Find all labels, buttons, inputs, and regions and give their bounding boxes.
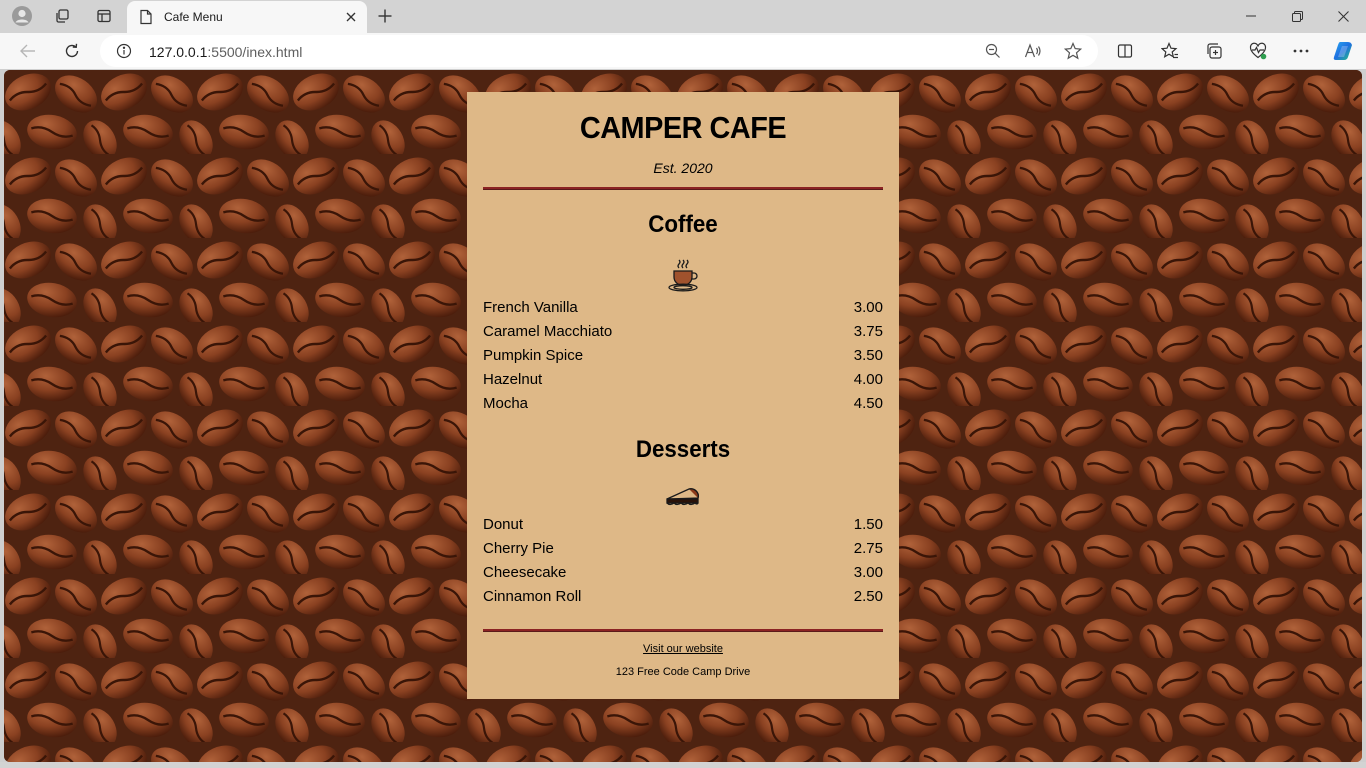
item-price: 2.75 [853, 540, 883, 557]
refresh-icon[interactable] [57, 37, 87, 65]
cafe-title: CAMPER CAFE [579, 110, 787, 145]
visit-website-link[interactable]: Visit our website [467, 643, 899, 655]
item-price: 4.00 [853, 371, 883, 388]
menu-item: Cinnamon Roll 2.50 [483, 585, 883, 609]
toolbar: 127.0.0.1:5500/inex.html [0, 33, 1366, 69]
url-path: :5500/inex.html [207, 44, 303, 60]
divider-top [483, 187, 883, 190]
menu-item: Cherry Pie 2.75 [483, 537, 883, 561]
back-icon[interactable] [13, 37, 43, 65]
item-name: Donut [483, 516, 524, 533]
item-price: 4.50 [853, 395, 883, 412]
page-viewport: CAMPER CAFE Est. 2020 Coffee French Vani… [4, 70, 1362, 762]
tab-strip: Cafe Menu [0, 0, 1366, 33]
read-aloud-icon[interactable] [1019, 39, 1047, 63]
site-info-icon[interactable] [116, 43, 132, 64]
close-window-button[interactable] [1320, 0, 1366, 32]
vertical-tabs-icon[interactable] [89, 4, 119, 28]
item-price: 1.50 [853, 516, 883, 533]
zoom-out-icon[interactable] [979, 39, 1007, 63]
item-name: Mocha [483, 395, 529, 412]
item-price: 3.00 [853, 299, 883, 316]
address-text: 123 Free Code Camp Drive [615, 666, 751, 678]
item-price: 2.50 [853, 588, 883, 605]
item-name: Cherry Pie [483, 540, 554, 557]
menu-item: Pumpkin Spice 3.50 [483, 344, 883, 368]
profile-icon[interactable] [7, 4, 37, 28]
divider-bottom [483, 629, 883, 632]
browser-essentials-icon[interactable] [1243, 37, 1273, 65]
new-tab-button[interactable] [372, 4, 398, 28]
minimize-button[interactable] [1228, 0, 1274, 32]
menu-item: Hazelnut 4.00 [483, 368, 883, 392]
item-name: Hazelnut [483, 371, 543, 388]
item-price: 3.50 [853, 347, 883, 364]
tab-cafe-menu[interactable]: Cafe Menu [127, 1, 367, 33]
pie-slice-icon [665, 480, 701, 516]
menu-item: Mocha 4.50 [483, 392, 883, 416]
menu-item: French Vanilla 3.00 [483, 296, 883, 320]
collections-icon[interactable] [1199, 37, 1229, 65]
address-bar[interactable]: 127.0.0.1:5500/inex.html [100, 35, 1098, 67]
item-price: 3.75 [853, 323, 883, 340]
item-price: 3.00 [853, 564, 883, 581]
workspaces-icon[interactable] [47, 4, 77, 28]
url-text: 127.0.0.1:5500/inex.html [149, 44, 302, 60]
more-options-icon[interactable] [1286, 37, 1316, 65]
url-host: 127.0.0.1 [149, 44, 208, 60]
menu-item: Caramel Macchiato 3.75 [483, 320, 883, 344]
menu-item: Donut 1.50 [483, 513, 883, 537]
desserts-heading: Desserts [635, 436, 731, 463]
coffee-cup-icon [665, 258, 701, 294]
copilot-icon[interactable] [1329, 37, 1359, 65]
established-text: Est. 2020 [653, 160, 713, 176]
desserts-list: Donut 1.50 Cherry Pie 2.75 Cheesecake 3.00 … [483, 513, 883, 609]
item-name: Pumpkin Spice [483, 347, 584, 364]
coffee-heading: Coffee [648, 211, 718, 238]
close-tab-icon[interactable] [343, 9, 359, 25]
menu-item: Cheesecake 3.00 [483, 561, 883, 585]
item-name: Cinnamon Roll [483, 588, 582, 605]
restore-button[interactable] [1274, 0, 1320, 32]
tab-title: Cafe Menu [164, 10, 223, 24]
favorite-star-icon[interactable] [1059, 39, 1087, 63]
favorites-icon[interactable] [1155, 37, 1185, 65]
split-screen-icon[interactable] [1110, 37, 1140, 65]
window-bottom-edge [0, 762, 1366, 768]
item-name: Caramel Macchiato [483, 323, 613, 340]
page-icon [139, 9, 153, 30]
menu-card: CAMPER CAFE Est. 2020 Coffee French Vani… [467, 92, 899, 699]
item-name: French Vanilla [483, 299, 578, 316]
coffee-list: French Vanilla 3.00 Caramel Macchiato 3.75… [483, 296, 883, 416]
item-name: Cheesecake [483, 564, 567, 581]
